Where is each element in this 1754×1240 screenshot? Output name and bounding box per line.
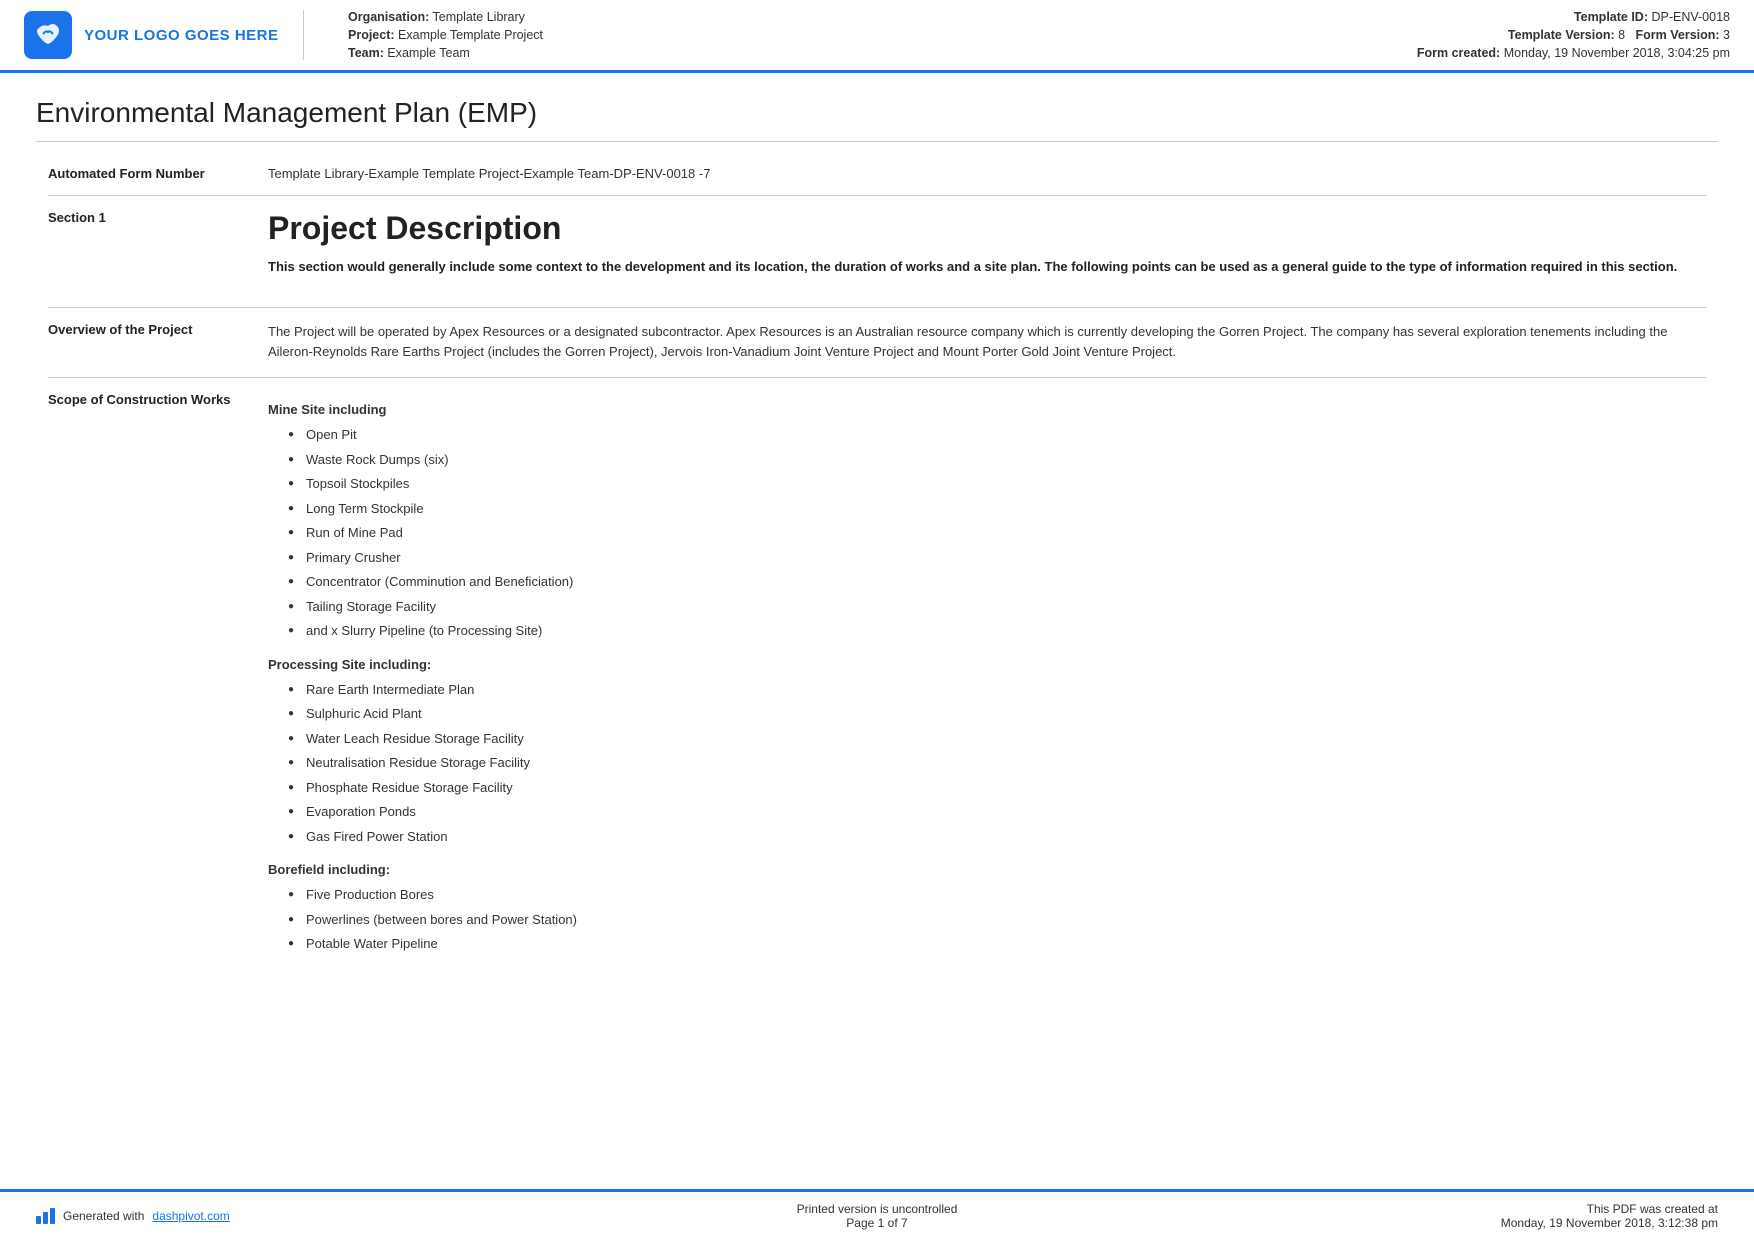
scope-label: Scope of Construction Works (36, 384, 256, 978)
overview-text: The Project will be operated by Apex Res… (256, 314, 1718, 372)
form-created-label: Form created: (1417, 46, 1500, 60)
project-line: Project: Example Template Project (348, 28, 1370, 42)
template-id-value: DP-ENV-0018 (1651, 10, 1730, 24)
divider-2 (48, 307, 1706, 308)
project-value: Example Template Project (398, 28, 543, 42)
list-item: Waste Rock Dumps (six) (288, 450, 1706, 470)
borefield-title: Borefield including: (268, 862, 1706, 877)
footer-right: This PDF was created at Monday, 19 Novem… (1418, 1202, 1718, 1230)
overview-label: Overview of the Project (36, 314, 256, 372)
section1-title: Project Description (268, 210, 1706, 247)
header-meta-center: Organisation: Template Library Project: … (324, 10, 1370, 60)
template-version-value: 8 (1618, 28, 1625, 42)
main-content: Environmental Management Plan (EMP) Auto… (0, 73, 1754, 1018)
divider-row-1 (36, 189, 1718, 202)
list-item: Long Term Stockpile (288, 499, 1706, 519)
divider-3 (48, 377, 1706, 378)
footer-logo-icon (36, 1208, 55, 1224)
document-title: Environmental Management Plan (EMP) (36, 97, 1718, 142)
template-id-line: Template ID: DP-ENV-0018 (1390, 10, 1730, 24)
divider-row-3 (36, 371, 1718, 384)
scope-content: Mine Site including Open Pit Waste Rock … (256, 384, 1718, 978)
list-item: Neutralisation Residue Storage Facility (288, 753, 1706, 773)
automated-form-label: Automated Form Number (36, 158, 256, 189)
bar-1 (36, 1216, 41, 1224)
list-item: Phosphate Residue Storage Facility (288, 778, 1706, 798)
logo-section: YOUR LOGO GOES HERE (24, 10, 304, 60)
list-item: Topsoil Stockpiles (288, 474, 1706, 494)
list-item: Five Production Bores (288, 885, 1706, 905)
page-header: YOUR LOGO GOES HERE Organisation: Templa… (0, 0, 1754, 73)
list-item: Open Pit (288, 425, 1706, 445)
version-line: Template Version: 8 Form Version: 3 (1390, 28, 1730, 42)
overview-row: Overview of the Project The Project will… (36, 314, 1718, 372)
list-item: Gas Fired Power Station (288, 827, 1706, 847)
section1-row: Section 1 Project Description This secti… (36, 202, 1718, 301)
footer-center: Printed version is uncontrolled Page 1 o… (336, 1202, 1418, 1230)
team-line: Team: Example Team (348, 46, 1370, 60)
section1-content: Project Description This section would g… (256, 202, 1718, 301)
bar-2 (43, 1212, 48, 1224)
list-item: Primary Crusher (288, 548, 1706, 568)
page-footer: Generated with dashpivot.com Printed ver… (0, 1189, 1754, 1240)
mine-site-title: Mine Site including (268, 402, 1706, 417)
footer-created-label: This PDF was created at (1418, 1202, 1718, 1216)
org-value: Template Library (433, 10, 525, 24)
mine-site-list: Open Pit Waste Rock Dumps (six) Topsoil … (288, 425, 1706, 641)
org-line: Organisation: Template Library (348, 10, 1370, 24)
page-info: Page 1 of 7 (336, 1216, 1418, 1230)
team-value: Example Team (387, 46, 469, 60)
list-item: Powerlines (between bores and Power Stat… (288, 910, 1706, 930)
processing-site-list: Rare Earth Intermediate Plan Sulphuric A… (288, 680, 1706, 847)
form-created-line: Form created: Monday, 19 November 2018, … (1390, 46, 1730, 60)
list-item: Tailing Storage Facility (288, 597, 1706, 617)
list-item: Run of Mine Pad (288, 523, 1706, 543)
list-item: Potable Water Pipeline (288, 934, 1706, 954)
print-notice: Printed version is uncontrolled (336, 1202, 1418, 1216)
team-label: Team: (348, 46, 384, 60)
bar-3 (50, 1208, 55, 1224)
list-item: and x Slurry Pipeline (to Processing Sit… (288, 621, 1706, 641)
template-version-label: Template Version: (1508, 28, 1615, 42)
automated-form-row: Automated Form Number Template Library-E… (36, 158, 1718, 189)
borefield-list: Five Production Bores Powerlines (betwee… (288, 885, 1706, 954)
logo-icon (24, 11, 72, 59)
footer-left: Generated with dashpivot.com (36, 1208, 336, 1224)
org-label: Organisation: (348, 10, 429, 24)
logo-text: YOUR LOGO GOES HERE (84, 27, 279, 44)
generated-link[interactable]: dashpivot.com (152, 1209, 229, 1223)
list-item: Evaporation Ponds (288, 802, 1706, 822)
divider-1 (48, 195, 1706, 196)
list-item: Water Leach Residue Storage Facility (288, 729, 1706, 749)
list-item: Rare Earth Intermediate Plan (288, 680, 1706, 700)
list-item: Concentrator (Comminution and Beneficiat… (288, 572, 1706, 592)
section1-label: Section 1 (36, 202, 256, 301)
template-id-label: Template ID: (1574, 10, 1648, 24)
footer-created-value: Monday, 19 November 2018, 3:12:38 pm (1418, 1216, 1718, 1230)
form-created-value: Monday, 19 November 2018, 3:04:25 pm (1504, 46, 1730, 60)
generated-label: Generated with (63, 1209, 144, 1223)
automated-form-value: Template Library-Example Template Projec… (256, 158, 1718, 189)
header-meta-right: Template ID: DP-ENV-0018 Template Versio… (1390, 10, 1730, 60)
list-item: Sulphuric Acid Plant (288, 704, 1706, 724)
divider-row-2 (36, 301, 1718, 314)
processing-site-title: Processing Site including: (268, 657, 1706, 672)
scope-row: Scope of Construction Works Mine Site in… (36, 384, 1718, 978)
form-version-value: 3 (1723, 28, 1730, 42)
content-table: Automated Form Number Template Library-E… (36, 158, 1718, 978)
section1-subtitle: This section would generally include som… (268, 257, 1706, 277)
form-version-label: Form Version: (1636, 28, 1720, 42)
project-label: Project: (348, 28, 395, 42)
